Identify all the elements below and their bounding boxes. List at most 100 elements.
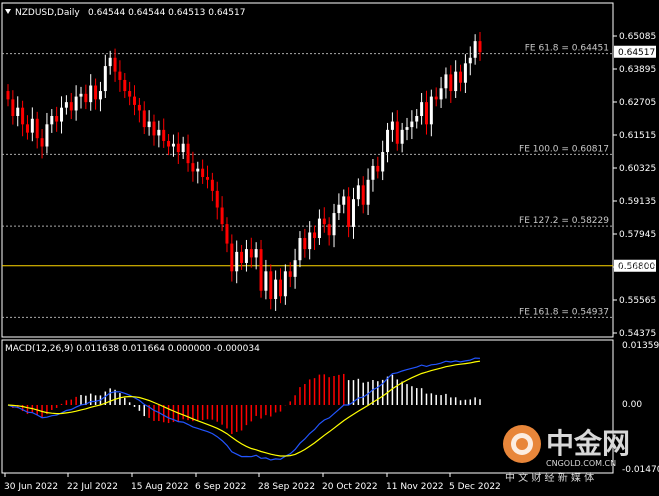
candle-body [449,74,453,92]
candle-body [55,116,59,122]
candle-body [351,199,355,227]
candle-body [298,238,302,261]
chart-window[interactable]: NZDUSD,Daily 0.64544 0.64544 0.64513 0.6… [0,0,659,496]
candle-body [186,143,190,164]
candle-body [60,107,64,122]
candle-body [220,207,224,225]
fib-label: FE 100.0 = 0.60817 [519,144,609,154]
candle-body [147,121,151,128]
ohlc-values: 0.64544 0.64544 0.64513 0.64517 [88,8,245,18]
candle-body [303,238,307,250]
watermark-slogan: 中 文 财 经 新 媒 体 [505,471,594,484]
candle-body [278,279,282,297]
price-tick-label: 0.56755 [619,263,656,273]
candle-body [74,96,78,111]
date-tick-label: 11 Nov 2022 [386,482,444,492]
candle-body [6,91,10,100]
candle-body [103,66,107,92]
candle-body [11,99,15,117]
candle-body [25,124,29,133]
fib-label: FE 127.2 = 0.58229 [519,216,609,226]
candle-body [366,179,370,205]
candle-body [410,121,414,128]
date-tick-label: 15 Aug 2022 [131,482,189,492]
candle-body [133,96,137,105]
candle-body [283,271,287,297]
candle-body [206,177,210,180]
candle-body [113,57,117,72]
candle-body [361,185,365,205]
candle-body [269,271,273,300]
macd-tick-label: 0.00 [622,400,642,410]
candle-body [40,138,44,147]
macd-tick-label: 0.013594 [622,341,659,351]
candle-body [395,121,399,144]
price-tick-label: 0.62705 [619,98,656,108]
candle-body [439,88,443,100]
candle-body [405,127,409,130]
candle-body [196,168,200,172]
candle-body [424,102,428,125]
date-tick-label: 28 Sep 2022 [258,482,315,492]
candle-body [235,251,239,272]
candle-body [118,71,122,80]
candle-body [288,271,292,277]
candle-body [429,96,433,125]
price-tick-label: 0.59135 [619,197,656,207]
price-tick-label: 0.65085 [619,32,656,42]
candle-body [332,213,336,236]
candle-body [293,260,297,277]
candle-body [157,129,161,136]
background [0,0,659,496]
candle-body [463,63,467,83]
date-tick-label: 22 Jul 2022 [67,482,118,492]
candle-body [108,57,112,67]
candle-body [94,85,98,100]
candle-body [444,74,448,89]
candle-body [415,116,419,122]
candle-body [162,129,166,141]
candle-body [176,143,180,153]
candle-body [454,71,458,92]
candle-body [123,79,127,92]
watermark-domain: CNGOLD.COM.CN [546,459,616,468]
candle-body [191,163,195,172]
candle-body [322,218,326,225]
candle-body [478,41,482,53]
candle-body [434,96,438,100]
candle-body [400,129,404,144]
candle-body [308,232,312,250]
candle-body [230,243,234,272]
candle-body [459,71,463,83]
candle-body [45,124,49,147]
candle-body [274,279,278,300]
price-tick-label: 0.63895 [619,65,656,75]
price-tick-label: 0.61515 [619,131,656,141]
candle-body [371,165,375,180]
price-tick-label: 0.57945 [619,230,656,240]
candle-body [317,218,321,239]
candle-body [89,85,93,103]
candle-body [210,179,214,191]
candle-body [171,143,175,147]
candle-body [181,143,185,153]
candle-body [249,249,253,258]
date-tick-label: 30 Jun 2022 [4,482,58,492]
candle-body [264,271,268,291]
candle-body [327,224,331,236]
candle-body [142,110,146,128]
macd-tick-label: -0.014703 [622,465,659,475]
candle-body [347,196,351,227]
candle-body [386,129,390,153]
candle-body [215,190,219,208]
fib-label: FE 161.8 = 0.54937 [519,307,609,317]
candle-body [390,121,394,130]
date-tick-label: 20 Oct 2022 [322,482,378,492]
candle-body [30,118,34,133]
candle-body [240,251,244,263]
candle-body [69,102,73,111]
candle-body [259,249,263,291]
candle-body [342,196,346,205]
price-tick-label: 0.54375 [619,329,656,339]
candle-body [137,104,141,111]
